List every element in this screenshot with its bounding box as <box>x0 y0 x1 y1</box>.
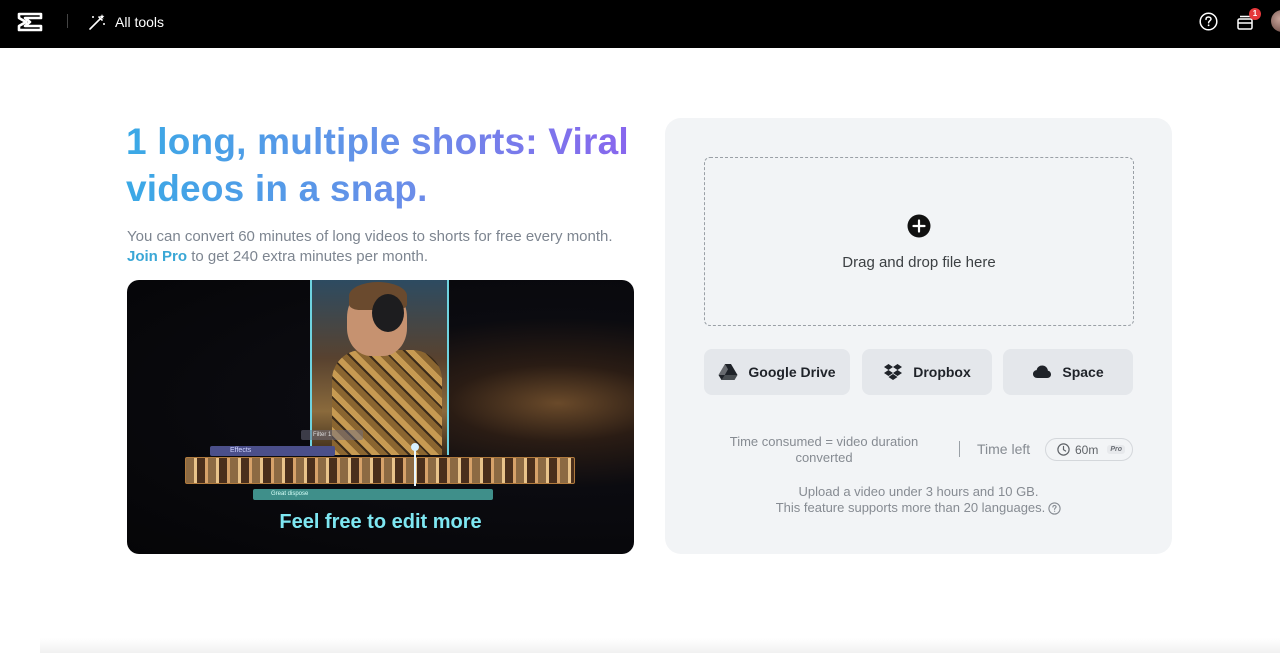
timeline-playhead <box>414 446 416 486</box>
time-left-value: 60m <box>1075 442 1099 457</box>
time-divider <box>959 441 960 457</box>
preview-caption: Feel free to edit more <box>279 511 482 533</box>
timeline-filmstrip <box>185 457 575 484</box>
time-left-badge[interactable]: 60m Pro <box>1045 438 1133 461</box>
time-left-label: Time left <box>977 441 1031 457</box>
add-circle-icon <box>907 214 931 238</box>
timeline-effects-track: Effects <box>210 446 335 456</box>
notification-badge: 1 <box>1249 8 1261 20</box>
dropbox-label: Dropbox <box>913 364 971 380</box>
timeline-filter-track: Filter 1 <box>301 430 363 440</box>
file-dropzone[interactable]: Drag and drop file here <box>704 157 1134 326</box>
google-drive-button[interactable]: Google Drive <box>704 349 850 395</box>
upload-limits: Upload a video under 3 hours and 10 GB. … <box>665 484 1172 516</box>
join-pro-link[interactable]: Join Pro <box>127 248 187 265</box>
all-tools-label: All tools <box>115 14 165 30</box>
subtext-free-minutes: You can convert 60 minutes of long video… <box>127 228 613 245</box>
languages-text: This feature supports more than 20 langu… <box>775 500 1046 515</box>
preview-headphones <box>372 294 404 332</box>
space-button[interactable]: Space <box>1003 349 1133 395</box>
all-tools-button[interactable]: All tools <box>88 12 164 32</box>
languages-line: This feature supports more than 20 langu… <box>776 500 1062 516</box>
google-drive-label: Google Drive <box>748 364 836 380</box>
google-drive-icon <box>718 364 738 380</box>
feature-preview-video[interactable]: Filter 1 Effects Great dispose Feel free… <box>127 280 634 554</box>
cloud-icon <box>1033 365 1052 378</box>
timeline-playhead-handle <box>411 443 419 451</box>
upload-card: Drag and drop file here Google Drive Dro… <box>665 118 1172 554</box>
time-consumed-note: Time consumed = video duration converted <box>729 434 919 465</box>
magic-wand-icon <box>89 14 105 30</box>
subtext-pro-minutes: to get 240 extra minutes per month. <box>191 248 428 265</box>
help-icon[interactable] <box>1199 12 1218 31</box>
help-icon[interactable] <box>1048 501 1061 515</box>
space-label: Space <box>1062 364 1104 380</box>
top-bar: All tools 1 <box>0 0 1280 48</box>
dropbox-button[interactable]: Dropbox <box>862 349 992 395</box>
timeline-audio-track: Great dispose <box>253 489 493 500</box>
avatar[interactable] <box>1271 10 1280 32</box>
pro-badge: Pro <box>1107 445 1126 454</box>
dropbox-icon <box>884 364 903 380</box>
dropzone-label: Drag and drop file here <box>842 254 996 271</box>
capcut-logo-icon[interactable] <box>17 11 43 33</box>
clock-icon <box>1057 443 1070 456</box>
upload-limit-line: Upload a video under 3 hours and 10 GB. <box>798 484 1039 499</box>
page-bottom-edge <box>40 638 1280 653</box>
topbar-divider <box>67 14 68 28</box>
page-title: 1 long, multiple shorts: Viral videos in… <box>126 118 646 212</box>
hero-subtext: You can convert 60 minutes of long video… <box>127 227 627 267</box>
